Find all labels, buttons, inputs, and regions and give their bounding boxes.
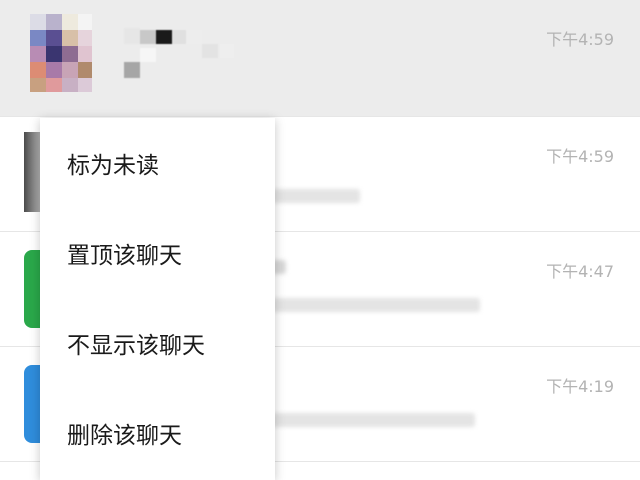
menu-item-hide-chat[interactable]: 不显示该聊天 (40, 298, 275, 388)
chat-time: 下午4:47 (546, 262, 614, 281)
pixelated-name (124, 28, 234, 80)
chat-time: 下午4:19 (546, 377, 614, 396)
message-preview-blurred (270, 413, 475, 427)
chat-time: 下午4:59 (546, 30, 614, 49)
chat-context-menu: 标为未读 置顶该聊天 不显示该聊天 删除该聊天 (40, 118, 275, 480)
message-preview-blurred (270, 189, 360, 203)
chat-time: 下午4:59 (546, 147, 614, 166)
chat-row-1[interactable]: 下午4:59 (0, 0, 640, 117)
menu-item-delete-chat[interactable]: 删除该聊天 (40, 388, 275, 478)
message-preview-blurred (270, 298, 480, 312)
menu-item-pin-chat[interactable]: 置顶该聊天 (40, 208, 275, 298)
avatar (30, 14, 92, 92)
pixelated-avatar-image (30, 14, 92, 92)
menu-item-mark-unread[interactable]: 标为未读 (40, 118, 275, 208)
